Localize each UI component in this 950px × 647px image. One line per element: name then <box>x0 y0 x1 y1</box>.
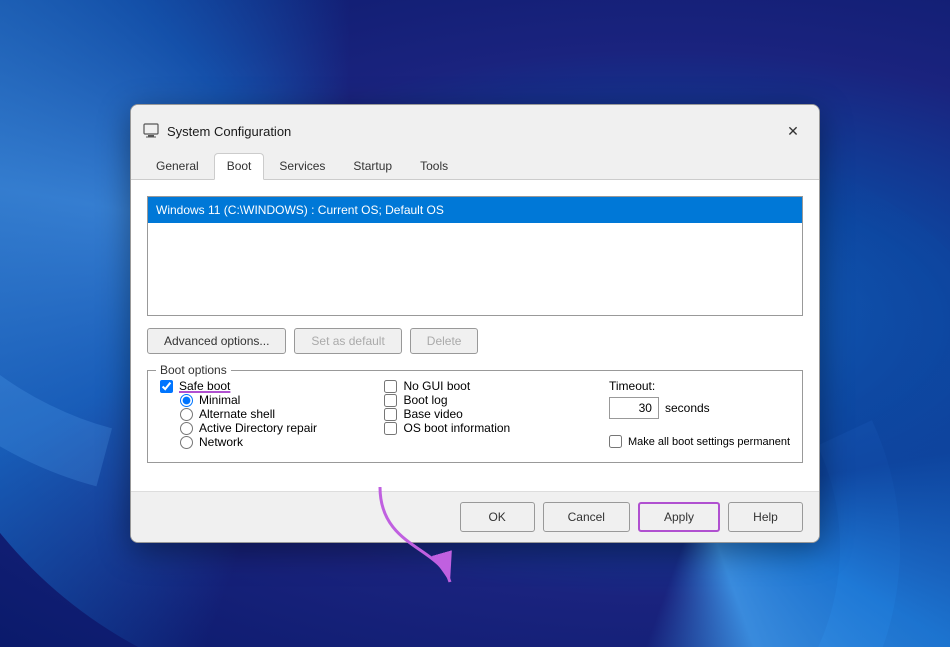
tab-bar: General Boot Services Startup Tools <box>131 145 819 179</box>
close-button[interactable]: ✕ <box>779 117 807 145</box>
timeout-row: 30 seconds <box>609 397 710 419</box>
safe-boot-item[interactable]: Safe boot <box>160 379 384 393</box>
set-default-button[interactable]: Set as default <box>294 328 401 354</box>
base-video-checkbox[interactable] <box>384 408 397 421</box>
tab-services[interactable]: Services <box>266 153 338 179</box>
title-bar: System Configuration ✕ <box>131 105 819 145</box>
left-options: Safe boot Minimal Alternate shell <box>160 379 384 449</box>
no-gui-item[interactable]: No GUI boot <box>384 379 608 393</box>
cancel-button[interactable]: Cancel <box>543 502 630 532</box>
delete-button[interactable]: Delete <box>410 328 479 354</box>
tab-general[interactable]: General <box>143 153 212 179</box>
boot-options-label: Boot options <box>156 363 231 377</box>
os-boot-info-item[interactable]: OS boot information <box>384 421 608 435</box>
alternate-shell-radio-item[interactable]: Alternate shell <box>160 407 384 421</box>
no-gui-checkbox[interactable] <box>384 380 397 393</box>
os-boot-info-checkbox[interactable] <box>384 422 397 435</box>
system-configuration-dialog: System Configuration ✕ General Boot Serv… <box>130 104 820 542</box>
boot-options-section: Boot options Safe boot Minimal <box>147 370 803 462</box>
safe-boot-checkbox[interactable] <box>160 380 173 393</box>
boot-log-label: Boot log <box>403 393 447 407</box>
minimal-label: Minimal <box>199 393 240 407</box>
bottom-buttons: OK Cancel Apply Help <box>131 491 819 542</box>
active-directory-label: Active Directory repair <box>199 421 317 435</box>
title-bar-left: System Configuration <box>143 123 291 139</box>
base-video-item[interactable]: Base video <box>384 407 608 421</box>
timeout-unit: seconds <box>665 401 710 415</box>
network-radio-item[interactable]: Network <box>160 435 384 449</box>
tab-startup[interactable]: Startup <box>340 153 405 179</box>
timeout-input[interactable]: 30 <box>609 397 659 419</box>
make-permanent-item[interactable]: Make all boot settings permanent <box>609 435 790 449</box>
boot-options-wrapper: Safe boot Minimal Alternate shell <box>160 379 790 449</box>
timeout-label: Timeout: <box>609 379 655 393</box>
safe-boot-label: Safe boot <box>179 379 230 393</box>
monitor-icon <box>143 123 159 139</box>
make-permanent-label: Make all boot settings permanent <box>628 435 790 449</box>
make-permanent-checkbox[interactable] <box>609 435 622 448</box>
minimal-radio-item[interactable]: Minimal <box>160 393 384 407</box>
base-video-label: Base video <box>403 407 462 421</box>
apply-button[interactable]: Apply <box>638 502 720 532</box>
boot-log-checkbox[interactable] <box>384 394 397 407</box>
no-gui-label: No GUI boot <box>403 379 470 393</box>
alternate-shell-label: Alternate shell <box>199 407 275 421</box>
tab-boot[interactable]: Boot <box>214 153 265 180</box>
timeout-permanent: Timeout: 30 seconds Make all boot settin… <box>609 379 790 449</box>
network-label: Network <box>199 435 243 449</box>
tab-tools[interactable]: Tools <box>407 153 461 179</box>
os-list-item[interactable]: Windows 11 (C:\WINDOWS) : Current OS; De… <box>148 197 802 223</box>
active-directory-radio-item[interactable]: Active Directory repair <box>160 421 384 435</box>
right-options: No GUI boot Boot log Base video <box>384 379 608 449</box>
alternate-shell-radio[interactable] <box>180 408 193 421</box>
network-radio[interactable] <box>180 436 193 449</box>
advanced-options-button[interactable]: Advanced options... <box>147 328 286 354</box>
os-boot-info-label: OS boot information <box>403 421 510 435</box>
dialog-title: System Configuration <box>167 124 291 139</box>
dialog-overlay: System Configuration ✕ General Boot Serv… <box>0 0 950 647</box>
ok-button[interactable]: OK <box>460 502 535 532</box>
minimal-radio[interactable] <box>180 394 193 407</box>
os-list[interactable]: Windows 11 (C:\WINDOWS) : Current OS; De… <box>147 196 803 316</box>
dialog-content: Windows 11 (C:\WINDOWS) : Current OS; De… <box>131 179 819 490</box>
active-directory-radio[interactable] <box>180 422 193 435</box>
boot-log-item[interactable]: Boot log <box>384 393 608 407</box>
help-button[interactable]: Help <box>728 502 803 532</box>
action-buttons: Advanced options... Set as default Delet… <box>147 328 803 354</box>
